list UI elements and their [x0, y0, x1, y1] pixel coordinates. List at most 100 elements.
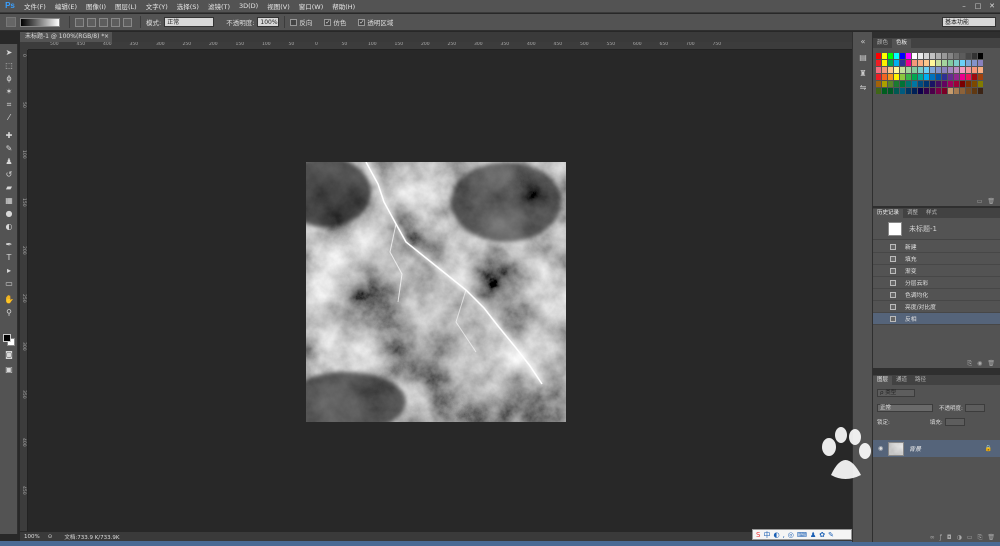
color-swatch[interactable] — [876, 60, 881, 66]
color-swatch[interactable] — [960, 81, 965, 87]
color-swatch[interactable] — [966, 67, 971, 73]
trash-icon[interactable]: 🗑 — [987, 198, 995, 206]
layer-opacity-input[interactable] — [964, 403, 985, 412]
color-swatch[interactable] — [942, 81, 947, 87]
color-swatch[interactable] — [876, 88, 881, 94]
menu-file[interactable]: 文件(F) — [24, 1, 46, 11]
color-swatch[interactable] — [960, 67, 965, 73]
color-swatch[interactable] — [882, 88, 887, 94]
color-swatch[interactable] — [918, 88, 923, 94]
tab-history[interactable]: 历史记录 — [873, 209, 904, 218]
menu-view[interactable]: 视图(V) — [267, 1, 290, 11]
quick-mask-icon[interactable]: ◙ — [3, 349, 15, 360]
color-swatch[interactable] — [900, 53, 905, 59]
brush-panel-icon[interactable]: ♜ — [857, 68, 869, 80]
reflected-gradient-icon[interactable] — [111, 17, 120, 27]
color-swatch[interactable] — [924, 81, 929, 87]
color-swatch[interactable] — [900, 67, 905, 73]
color-swatch[interactable] — [936, 67, 941, 73]
layer-kind-filter[interactable]: ρ 类型 — [877, 388, 915, 397]
color-swatch[interactable] — [912, 81, 917, 87]
menu-window[interactable]: 窗口(W) — [299, 1, 324, 11]
color-swatch[interactable] — [918, 81, 923, 87]
color-swatch[interactable] — [930, 74, 935, 80]
color-swatch[interactable] — [906, 67, 911, 73]
shape-tool-icon[interactable]: ▭ — [3, 278, 15, 289]
eye-icon[interactable]: ◉ — [878, 445, 883, 452]
dither-checkbox[interactable]: ✓ 仿色 — [324, 17, 349, 27]
path-selection-tool-icon[interactable]: ▸ — [3, 265, 15, 276]
tab-channels[interactable]: 通道 — [892, 376, 911, 385]
color-swatch[interactable] — [882, 74, 887, 80]
color-swatch[interactable] — [960, 88, 965, 94]
color-swatch[interactable] — [894, 53, 899, 59]
trash-icon[interactable]: 🗑 — [987, 534, 995, 542]
ime-keyboard-icon[interactable]: ⌨ — [797, 531, 807, 539]
color-swatch[interactable] — [894, 81, 899, 87]
tab-color[interactable]: 颜色 — [873, 39, 892, 48]
color-swatch[interactable] — [966, 60, 971, 66]
tab-adjustments[interactable]: 调整 — [903, 209, 922, 218]
color-swatch[interactable] — [966, 81, 971, 87]
document-tab[interactable]: 未标题-1 @ 100%(RGB/8) * × — [20, 32, 112, 42]
color-swatch[interactable] — [972, 88, 977, 94]
color-swatch[interactable] — [894, 74, 899, 80]
color-swatch[interactable] — [906, 74, 911, 80]
new-document-from-state-icon[interactable]: ⎘ — [967, 360, 972, 368]
folder-icon[interactable]: ▭ — [967, 534, 973, 542]
menu-select[interactable]: 选择(S) — [177, 1, 199, 11]
color-swatch[interactable] — [894, 67, 899, 73]
color-swatch[interactable] — [954, 81, 959, 87]
color-swatch[interactable] — [924, 74, 929, 80]
minimize-button[interactable]: – — [958, 1, 970, 11]
history-snapshot[interactable]: 未标题-1 — [873, 219, 1000, 240]
color-swatch[interactable] — [894, 88, 899, 94]
color-swatch[interactable] — [960, 60, 965, 66]
color-swatch[interactable] — [930, 67, 935, 73]
tool-preset-icon[interactable] — [6, 17, 16, 27]
color-swatch[interactable] — [900, 74, 905, 80]
workspace-select[interactable]: 基本功能 — [942, 17, 996, 27]
new-swatch-icon[interactable]: ▭ — [977, 198, 983, 206]
color-swatch[interactable] — [906, 88, 911, 94]
expand-panels-icon[interactable]: « — [857, 36, 869, 48]
checkmark-icon[interactable]: ✓ — [324, 18, 332, 26]
color-swatch[interactable] — [936, 81, 941, 87]
linear-gradient-icon[interactable] — [75, 17, 84, 27]
color-swatch[interactable] — [948, 88, 953, 94]
history-item-selected[interactable]: 反相 — [873, 313, 1000, 325]
color-swatch[interactable] — [906, 81, 911, 87]
color-swatch[interactable] — [930, 88, 935, 94]
color-swatch[interactable] — [918, 74, 923, 80]
color-swatch[interactable] — [882, 60, 887, 66]
healing-brush-tool-icon[interactable]: ✚ — [3, 130, 15, 141]
color-swatch[interactable] — [918, 53, 923, 59]
color-swatch[interactable] — [918, 60, 923, 66]
color-swatch[interactable] — [942, 88, 947, 94]
color-swatch[interactable] — [906, 53, 911, 59]
tab-paths[interactable]: 路径 — [911, 376, 930, 385]
ime-user-icon[interactable]: ♟ — [810, 531, 816, 539]
color-swatch[interactable] — [924, 60, 929, 66]
fill-input[interactable] — [944, 417, 965, 426]
gradient-tool-icon[interactable]: ▦ — [3, 195, 15, 206]
menu-layer[interactable]: 图层(L) — [115, 1, 137, 11]
hand-tool-icon[interactable]: ✋ — [3, 294, 15, 305]
reverse-checkbox[interactable]: 反向 — [290, 17, 315, 27]
color-swatch[interactable] — [972, 74, 977, 80]
color-swatch[interactable] — [942, 60, 947, 66]
color-swatch[interactable] — [948, 53, 953, 59]
color-swatch[interactable] — [978, 67, 983, 73]
color-swatch[interactable] — [972, 60, 977, 66]
fx-icon[interactable]: ƒ — [940, 534, 942, 542]
eyedropper-tool-icon[interactable]: ⁄ — [3, 112, 15, 123]
color-swatch[interactable] — [894, 60, 899, 66]
angle-gradient-icon[interactable] — [99, 17, 108, 27]
color-swatch[interactable] — [876, 74, 881, 80]
color-swatch[interactable] — [978, 88, 983, 94]
adjustment-layer-icon[interactable]: ◑ — [957, 534, 962, 542]
color-swatch[interactable] — [954, 60, 959, 66]
history-item[interactable]: 填充 — [873, 253, 1000, 265]
history-panel-icon[interactable]: ▤ — [857, 52, 869, 64]
ime-punctuation-icon[interactable]: ◐ — [773, 531, 779, 539]
